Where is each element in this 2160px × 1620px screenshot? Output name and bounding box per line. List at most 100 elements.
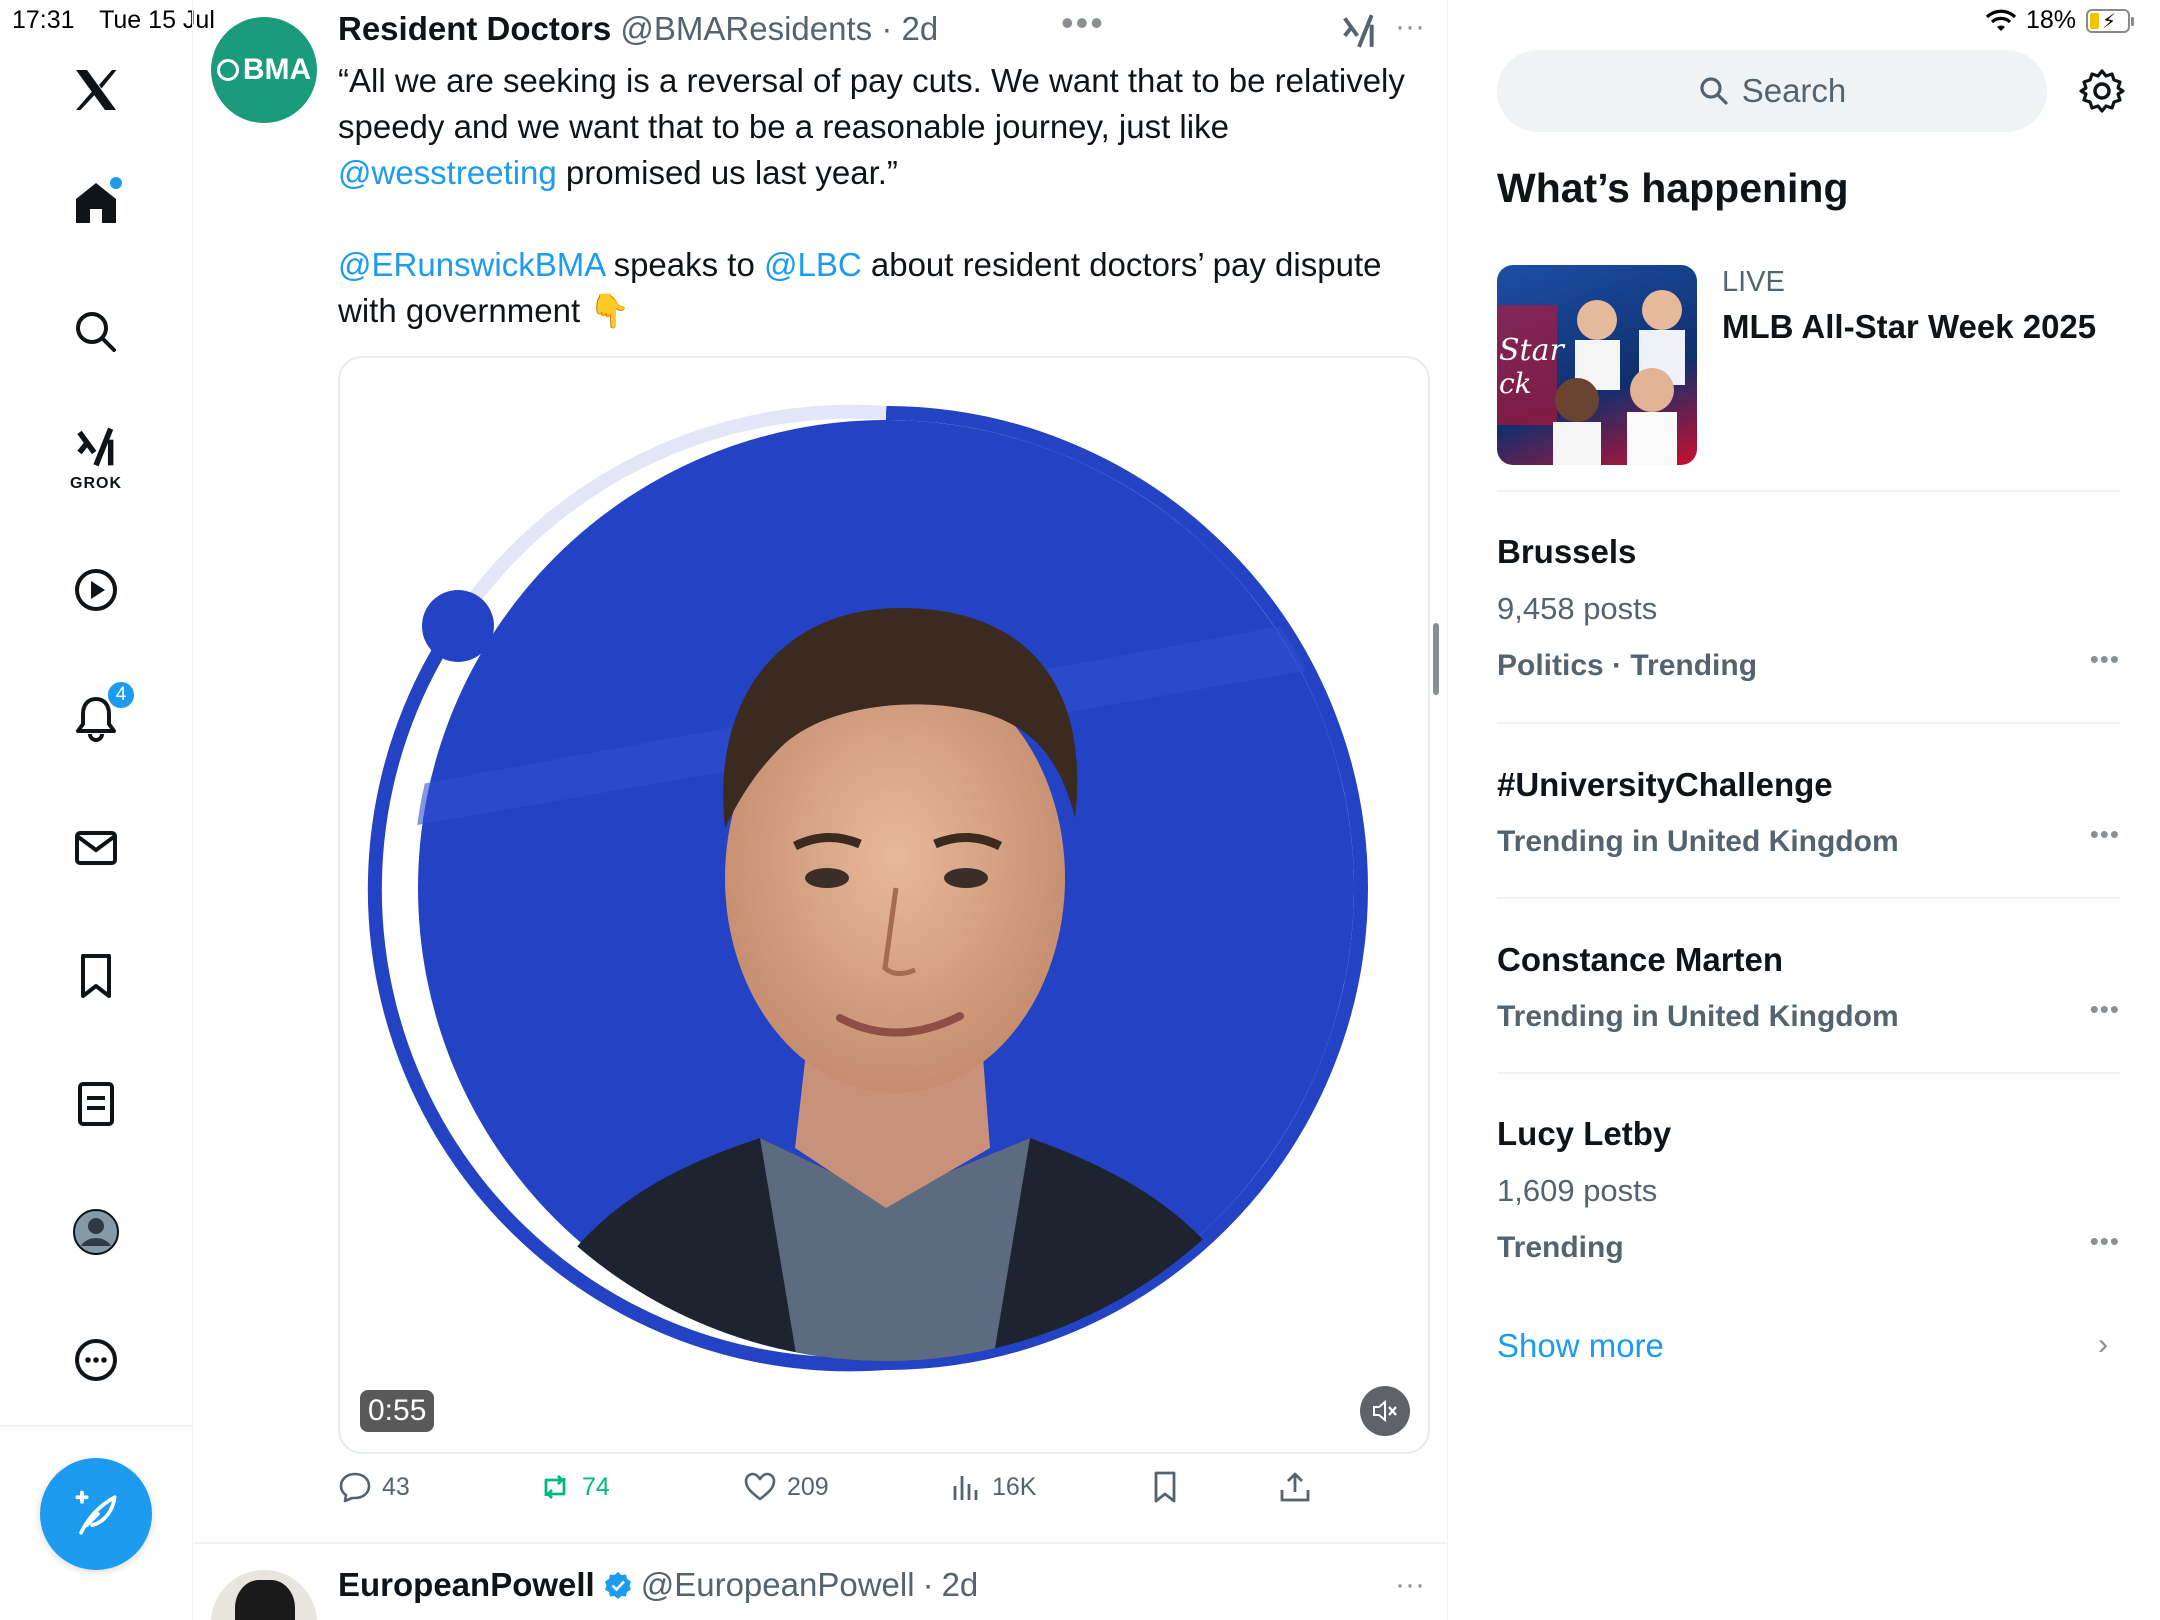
trend-title: Brussels <box>1497 533 1637 570</box>
trend-item[interactable]: Brussels 9,458 posts Politics · Trending… <box>1497 532 2120 686</box>
tweet-text-part: “All we are seeking is a reversal of pay… <box>338 62 1405 145</box>
profile-avatar[interactable] <box>66 1202 126 1262</box>
tweet-text: “All we are seeking is a reversal of pay… <box>338 58 1428 334</box>
tweet-text-part: speaks to <box>604 246 764 283</box>
tweet-header: Resident Doctors @BMAResidents · 2d <box>338 10 939 47</box>
svg-text:ck: ck <box>1499 367 1532 400</box>
video-duration: 0:55 <box>360 1390 435 1432</box>
svg-text:Star: Star <box>1499 333 1565 368</box>
search-icon <box>1700 77 1728 105</box>
nav-divider <box>0 1425 193 1427</box>
mention-link[interactable]: @LBC <box>764 246 862 283</box>
bma-logo-icon <box>216 59 239 81</box>
repost-count: 74 <box>582 1472 610 1501</box>
trend-more-icon[interactable]: ••• <box>2090 1226 2120 1257</box>
home-icon[interactable] <box>66 173 126 233</box>
reply-icon <box>339 1472 371 1503</box>
repost-icon <box>544 1475 566 1499</box>
grok-icon <box>77 427 114 467</box>
live-event-thumbnail[interactable]: Star ck <box>1497 265 1697 465</box>
mention-link[interactable]: @ERunswickBMA <box>338 246 604 283</box>
mention-link[interactable]: @wesstreeting <box>338 154 557 191</box>
battery-percent: 18% <box>2025 6 2076 34</box>
trend-more-icon[interactable]: ••• <box>2090 819 2120 850</box>
video-icon[interactable] <box>66 560 126 620</box>
x-logo-icon[interactable] <box>66 60 126 120</box>
wifi-icon <box>1985 9 2016 31</box>
trend-category: Trending <box>1497 1231 1624 1264</box>
trend-more-icon[interactable]: ••• <box>2090 644 2120 675</box>
home-unread-dot <box>110 177 122 189</box>
lists-icon[interactable] <box>66 1074 126 1134</box>
tweet-divider <box>194 1542 1448 1544</box>
compose-post-button[interactable] <box>40 1458 152 1570</box>
grok-explain-icon[interactable] <box>1340 12 1378 55</box>
like-button[interactable]: 209 <box>743 1470 829 1504</box>
top-grabber-dots-icon[interactable]: ••• <box>1061 2 1105 44</box>
grok-label: GROK <box>70 475 122 492</box>
video-frame <box>367 404 1368 1372</box>
trend-category: Trending in United Kingdom <box>1497 1000 1899 1033</box>
views-bar-chart-icon <box>953 1476 978 1500</box>
views-button[interactable]: 16K <box>948 1470 1036 1504</box>
trend-divider <box>1497 1072 2120 1074</box>
next-tweet-header: EuropeanPowell @EuropeanPowell · 2d <box>338 1566 979 1604</box>
tweet-more-icon[interactable]: ··· <box>1395 10 1425 44</box>
explore-search-icon[interactable] <box>66 302 126 362</box>
reply-count: 43 <box>382 1472 410 1501</box>
views-count: 16K <box>992 1472 1037 1501</box>
trend-posts: 9,458 posts <box>1497 591 1658 626</box>
feather-plus-icon <box>75 1490 117 1535</box>
video-player[interactable]: 0:55 <box>338 356 1430 1454</box>
trend-item[interactable]: Lucy Letby 1,609 posts Trending ••• <box>1497 1114 2120 1268</box>
author-handle[interactable]: @BMAResidents <box>620 10 872 47</box>
share-button[interactable] <box>1278 1470 1312 1504</box>
next-tweet-more-icon[interactable]: ··· <box>1395 1568 1425 1602</box>
left-nav: GROK 4 <box>0 0 193 1620</box>
live-tag: LIVE <box>1722 266 1785 298</box>
mute-button[interactable] <box>1360 1386 1410 1436</box>
trend-item[interactable]: Constance Marten Trending in United King… <box>1497 940 2120 1037</box>
search-placeholder: Search <box>1741 72 1847 109</box>
whats-happening-heading: What’s happening <box>1497 165 1849 211</box>
share-upload-icon <box>1280 1472 1310 1502</box>
grok-nav-item[interactable]: GROK <box>66 425 126 505</box>
bookmark-button[interactable] <box>1148 1470 1182 1504</box>
speaker-muted-icon <box>1373 1399 1397 1423</box>
tweet-age[interactable]: 2d <box>901 10 938 47</box>
bookmarks-icon[interactable] <box>66 946 126 1006</box>
next-tweet-age[interactable]: 2d <box>942 1566 979 1604</box>
author-avatar[interactable]: BMA <box>211 17 317 123</box>
trend-category: Politics · Trending <box>1497 649 1758 682</box>
messages-icon[interactable] <box>66 818 126 878</box>
trend-category: Trending in United Kingdom <box>1497 825 1899 858</box>
trend-divider <box>1497 490 2120 492</box>
tweet-text-part: promised us last year.” <box>556 154 898 191</box>
trend-posts: 1,609 posts <box>1497 1173 1658 1208</box>
more-options-icon[interactable] <box>66 1330 126 1390</box>
trend-more-icon[interactable]: ••• <box>2090 994 2120 1025</box>
search-input[interactable]: Search <box>1497 50 2047 132</box>
next-author-name[interactable]: EuropeanPowell <box>338 1566 595 1604</box>
trend-title: Constance Marten <box>1497 941 1784 978</box>
show-more-link[interactable]: Show more <box>1497 1327 1664 1365</box>
trend-item[interactable]: #UniversityChallenge Trending in United … <box>1497 765 2120 862</box>
settings-gear-icon[interactable] <box>2078 67 2126 115</box>
like-count: 209 <box>787 1472 829 1501</box>
author-name[interactable]: Resident Doctors <box>338 10 611 47</box>
trend-title: #UniversityChallenge <box>1497 766 1833 803</box>
bookmark-icon <box>1154 1471 1176 1503</box>
scrollbar-handle[interactable] <box>1433 623 1439 695</box>
notifications-badge: 4 <box>106 680 136 710</box>
next-author-handle[interactable]: @EuropeanPowell <box>641 1566 915 1604</box>
trend-divider <box>1497 722 2120 724</box>
notifications-icon[interactable]: 4 <box>66 680 136 748</box>
status-bar-right: 18% ⚡ <box>1985 6 2134 35</box>
trend-divider <box>1497 897 2120 899</box>
live-event-title[interactable]: MLB All-Star Week 2025 <box>1722 308 2096 346</box>
repost-button[interactable]: 74 <box>538 1470 610 1504</box>
reply-button[interactable]: 43 <box>338 1470 410 1504</box>
avatar-text: BMA <box>242 53 312 86</box>
heart-icon <box>744 1472 776 1501</box>
tweet-actions: 43 74 209 16K <box>338 1470 1338 1520</box>
